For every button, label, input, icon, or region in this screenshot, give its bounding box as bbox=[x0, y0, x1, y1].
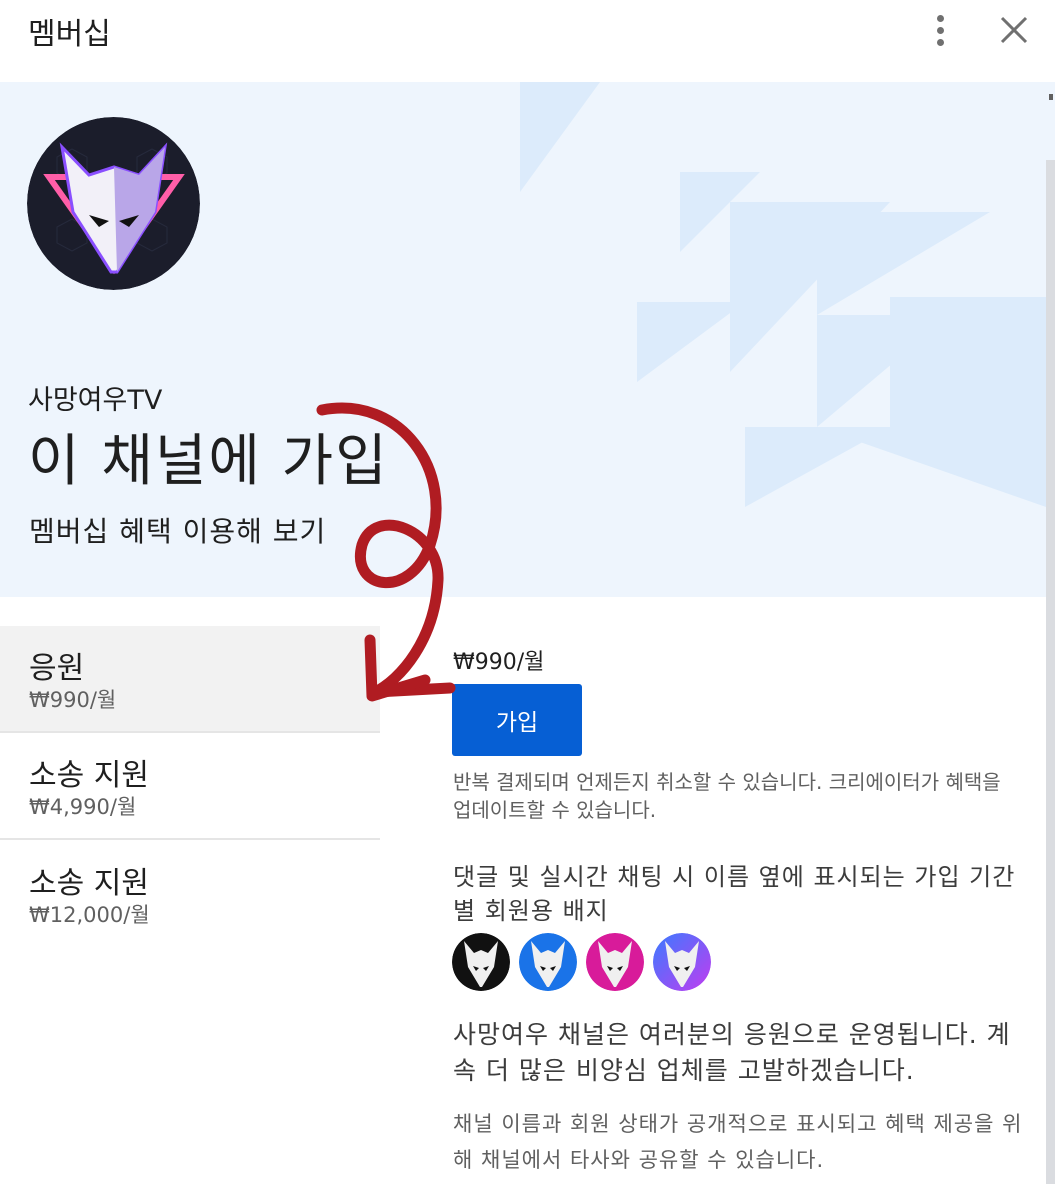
tier-price: ₩4,990/월 bbox=[29, 795, 137, 819]
privacy-disclaimer: 채널 이름과 회원 상태가 공개적으로 표시되고 혜택 제공을 위해 채널에서 … bbox=[453, 1112, 1023, 1172]
channel-name: 사망여우TV bbox=[28, 385, 163, 416]
scroll-up-arrow[interactable] bbox=[1049, 94, 1053, 100]
tier-price: ₩12,000/월 bbox=[29, 903, 150, 927]
benefit-description: 댓글 및 실시간 채팅 시 이름 옆에 표시되는 가입 기간별 회원용 배지 bbox=[453, 863, 1016, 925]
tier-option-lawsuit-support[interactable]: 소송 지원 ₩4,990/월 bbox=[0, 733, 380, 840]
fox-badge-blue-icon bbox=[519, 933, 577, 991]
page-title: 이 채널에 가입 bbox=[28, 429, 389, 494]
tier-option-cheer[interactable]: 응원 ₩990/월 bbox=[0, 626, 380, 733]
join-button[interactable]: 가입 bbox=[452, 684, 582, 756]
dialog-title: 멤버십 bbox=[28, 17, 111, 52]
more-vertical-icon[interactable] bbox=[926, 10, 956, 50]
membership-banner: 사망여우TV 이 채널에 가입 멤버십 혜택 이용해 보기 bbox=[0, 82, 1055, 597]
fox-mask-logo-icon bbox=[27, 117, 200, 290]
fox-badge-purple-icon bbox=[653, 933, 711, 991]
tier-option-lawsuit-support-premium[interactable]: 소송 지원 ₩12,000/월 bbox=[0, 841, 380, 948]
tier-name: 소송 지원 bbox=[29, 866, 149, 901]
fox-badge-magenta-icon bbox=[586, 933, 644, 991]
tier-name: 소송 지원 bbox=[29, 758, 149, 793]
channel-avatar bbox=[27, 117, 200, 290]
fox-badge-black-icon bbox=[452, 933, 510, 991]
tier-name: 응원 bbox=[29, 651, 85, 686]
selected-tier-price: ₩990/월 bbox=[453, 650, 545, 675]
creator-message: 사망여우 채널은 여러분의 응원으로 운영됩니다. 계속 더 많은 비양심 업체… bbox=[453, 1020, 1011, 1085]
close-icon[interactable] bbox=[996, 12, 1032, 48]
page-subtitle: 멤버십 혜택 이용해 보기 bbox=[29, 515, 327, 548]
dialog-header: 멤버십 bbox=[0, 0, 1055, 82]
tier-price: ₩990/월 bbox=[29, 688, 117, 712]
billing-note: 반복 결제되며 언제든지 취소할 수 있습니다. 크리에이터가 혜택을 업데이트… bbox=[453, 770, 1001, 822]
scrollbar[interactable] bbox=[1046, 160, 1055, 1184]
